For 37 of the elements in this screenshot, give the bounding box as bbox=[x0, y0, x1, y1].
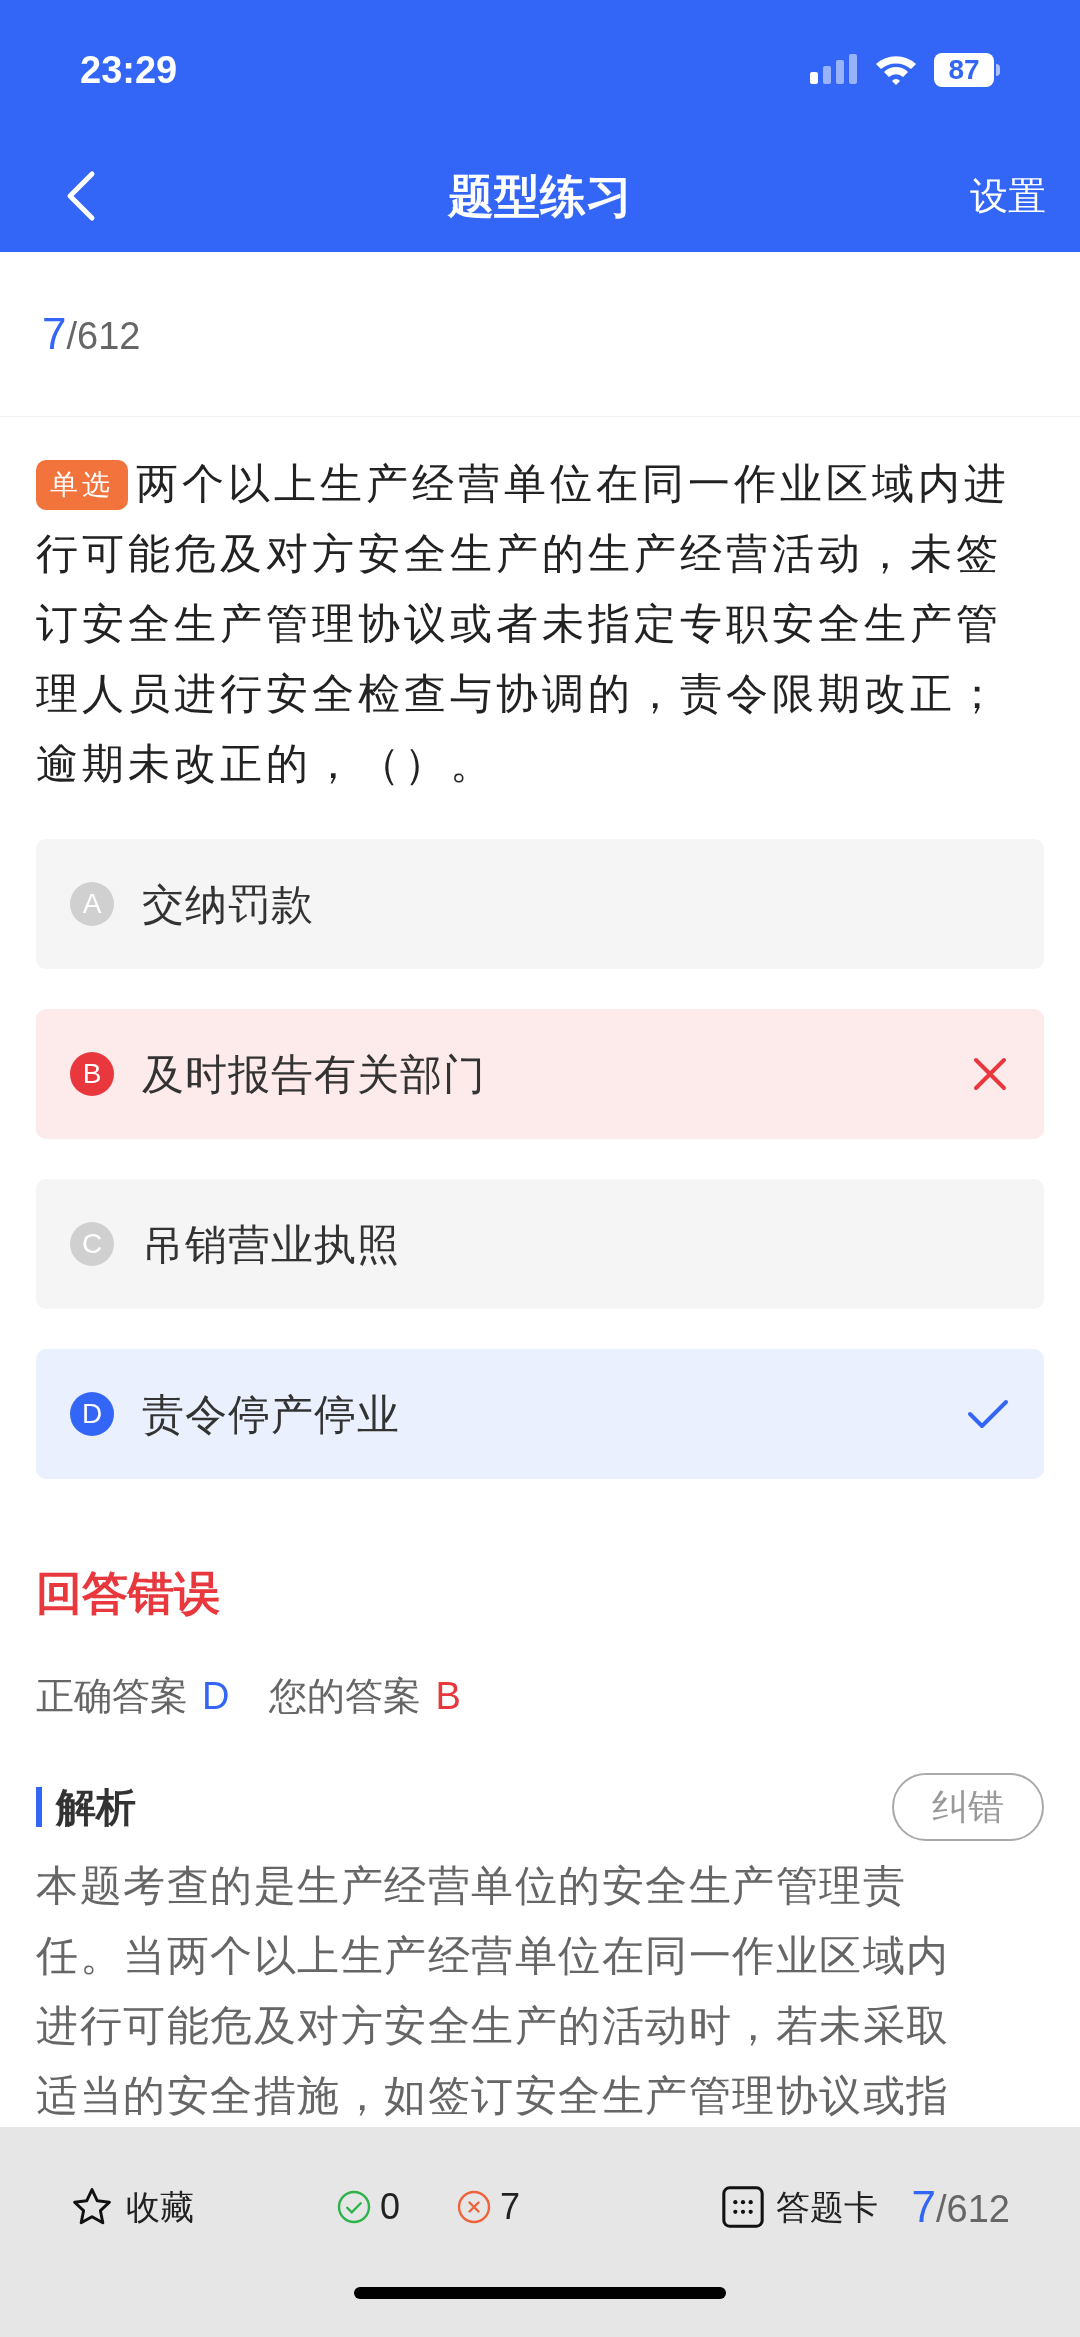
signal-icon bbox=[810, 54, 858, 86]
favorite-label[interactable]: 收藏 bbox=[126, 2181, 194, 2233]
question-type-tag: 单选 bbox=[36, 460, 128, 510]
option-text: 责令停产停业 bbox=[142, 1389, 401, 1440]
section-marker bbox=[36, 1787, 42, 1827]
answer-card-label[interactable]: 答题卡 bbox=[775, 2181, 878, 2233]
answer-option[interactable]: D 责令停产停业 bbox=[36, 1349, 1044, 1479]
option-text: 吊销营业执照 bbox=[142, 1219, 401, 1270]
option-letter: D bbox=[70, 1392, 114, 1436]
cross-circle-icon bbox=[456, 2189, 493, 2225]
settings-button[interactable]: 设置 bbox=[970, 167, 1046, 225]
grid-icon[interactable] bbox=[719, 2184, 766, 2230]
check-icon bbox=[966, 1397, 1010, 1431]
analysis-text: 任。当两个以上生产经营单位在同一作业区域内 bbox=[36, 1931, 951, 1981]
option-text: 及时报告有关部门 bbox=[142, 1049, 487, 1100]
analysis-title: 解析 bbox=[56, 1784, 136, 1831]
correct-answer-label: 正确答案 bbox=[36, 1674, 188, 1719]
analysis-text: 适当的安全措施，如签订安全生产管理协议或指 bbox=[36, 2071, 951, 2121]
option-letter: B bbox=[70, 1052, 114, 1096]
question-text: 单选 两个以上生产经营单位在同一作业区域内进行可能危及对方安全生产的生产经营活动，未签订安全生产管理协议或者未指定专职安全生产管理人员进行安全检查与协调的，责令限期改正；逾期未改正的，（）。 bbox=[36, 459, 1011, 789]
wifi-icon bbox=[874, 54, 918, 86]
question-counter: 7/612 bbox=[42, 308, 141, 360]
answer-option[interactable]: B 及时报告有关部门 bbox=[36, 1009, 1044, 1139]
bottom-counter: 7/612 bbox=[911, 2181, 1010, 2233]
page-title: 题型练习 bbox=[448, 168, 632, 224]
your-answer: B bbox=[435, 1674, 461, 1719]
back-icon[interactable] bbox=[66, 170, 96, 222]
your-answer-label: 您的答案 bbox=[269, 1674, 422, 1719]
result-title: 回答错误 bbox=[36, 1566, 221, 1621]
correct-count: 0 bbox=[380, 2185, 401, 2229]
option-text: 交纳罚款 bbox=[142, 879, 315, 930]
status-time: 23:29 bbox=[80, 47, 178, 93]
analysis-text: 进行可能危及对方安全生产的活动时，若未采取 bbox=[36, 2001, 951, 2051]
check-circle-icon bbox=[336, 2189, 372, 2225]
analysis-text: 本题考查的是生产经营单位的安全生产管理责 bbox=[36, 1861, 907, 1911]
wrong-count: 7 bbox=[500, 2185, 521, 2229]
correct-answer: D bbox=[202, 1674, 230, 1719]
